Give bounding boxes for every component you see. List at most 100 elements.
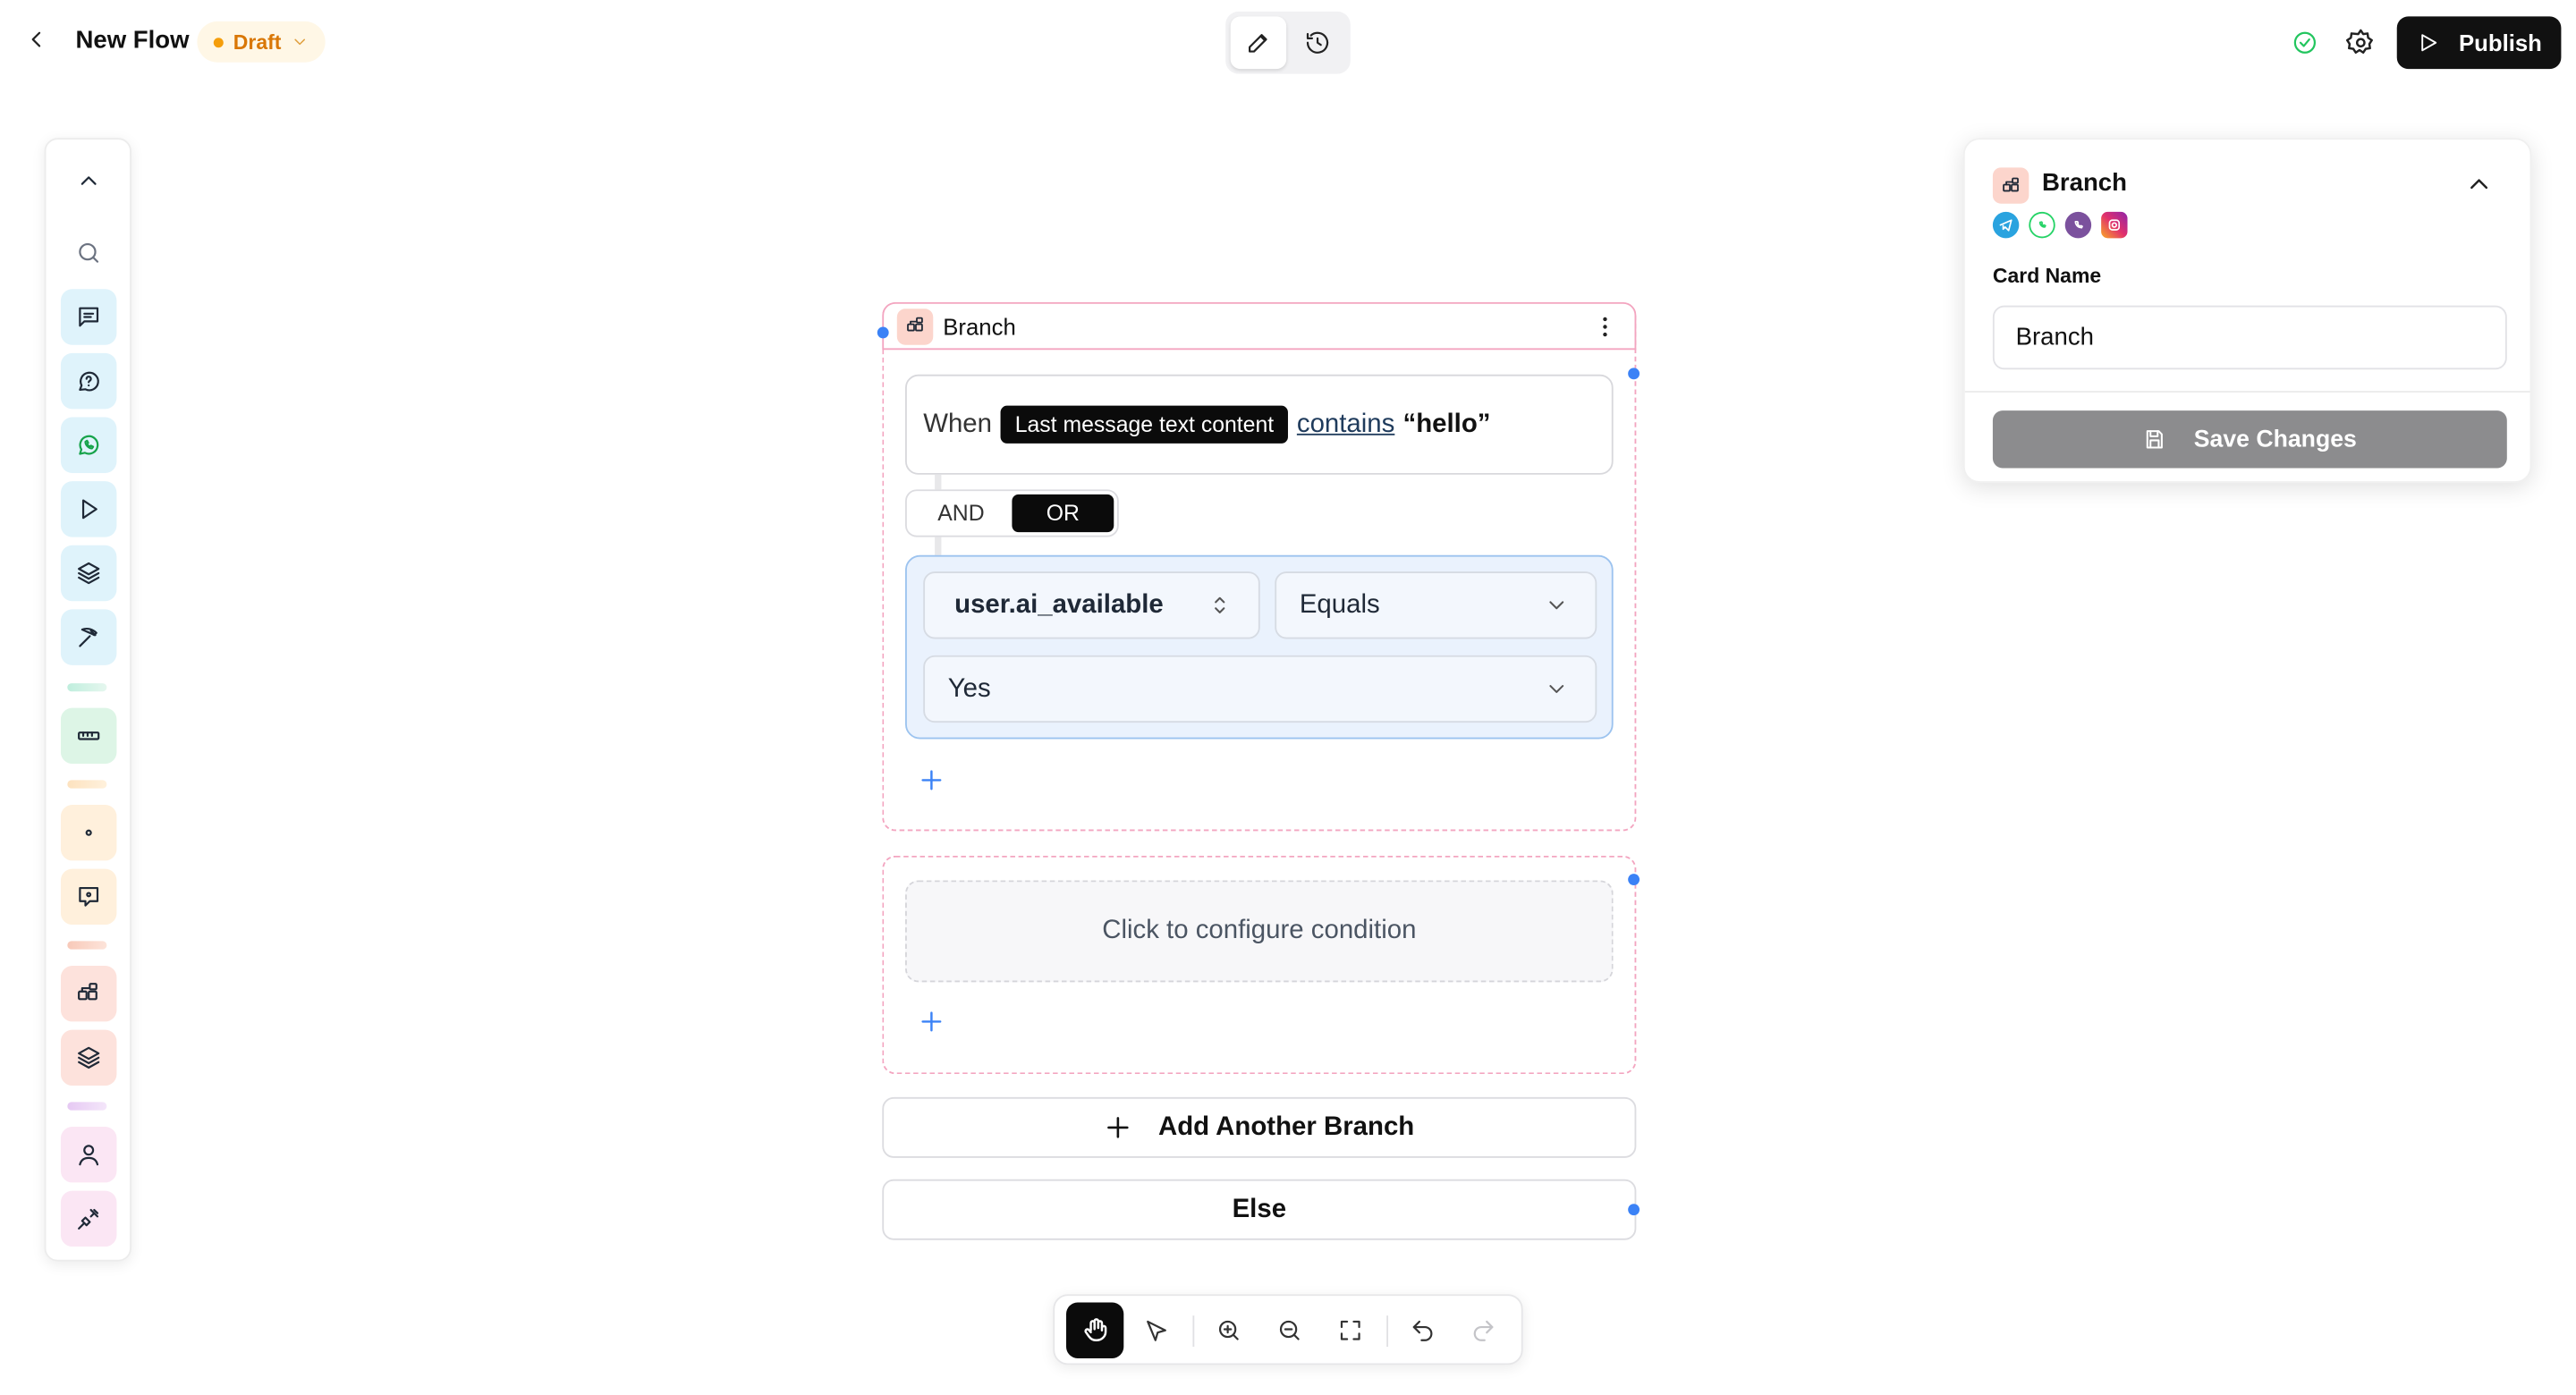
rule-value-select[interactable]: Yes — [923, 655, 1597, 723]
logic-toggle: AND OR — [905, 489, 1119, 537]
toolbar-divider — [67, 941, 107, 950]
back-button[interactable] — [23, 26, 56, 59]
branch-1-output-handle[interactable] — [1628, 368, 1640, 380]
panel-title: Branch — [2042, 169, 2127, 198]
plus-icon — [1107, 1117, 1129, 1138]
edit-mode-button[interactable] — [1230, 16, 1286, 70]
else-output-handle[interactable] — [1628, 1204, 1640, 1216]
instagram-icon — [2101, 211, 2128, 239]
input-handle[interactable] — [877, 326, 889, 339]
publish-button[interactable]: Publish — [2396, 16, 2562, 70]
branch-icon — [896, 308, 934, 344]
user-icon — [79, 1145, 99, 1166]
pickaxe-icon — [79, 627, 97, 647]
node-header[interactable]: Branch — [882, 301, 1637, 351]
zoom-out-button[interactable] — [1260, 1303, 1318, 1358]
toolbar-item-dot[interactable] — [60, 804, 117, 861]
collapse-panel-button[interactable] — [2464, 169, 2494, 199]
branch-icon — [78, 983, 97, 1001]
pan-tool-button[interactable] — [1066, 1302, 1124, 1358]
configure-condition-button[interactable]: Click to configure condition — [905, 880, 1614, 983]
chevron-down-icon — [1549, 601, 1564, 610]
toolbar-item-integration[interactable] — [60, 1190, 117, 1247]
history-button[interactable] — [1291, 16, 1346, 69]
toolbar-item-start[interactable] — [60, 481, 117, 537]
controls-divider — [1386, 1315, 1389, 1348]
play-icon — [2420, 34, 2436, 52]
toolbar-collapse-button[interactable] — [61, 153, 116, 208]
logic-and-option[interactable]: AND — [911, 495, 1013, 532]
save-changes-label: Save Changes — [2193, 426, 2357, 453]
toolbar-search-button[interactable] — [61, 225, 116, 281]
add-condition-button[interactable] — [919, 1009, 945, 1035]
plus-icon — [921, 1011, 942, 1032]
logic-or-option[interactable]: OR — [1012, 494, 1114, 533]
redo-button[interactable] — [1453, 1303, 1511, 1358]
gear-icon — [2345, 29, 2373, 55]
history-icon — [1307, 31, 1329, 54]
condition-prefix: When — [923, 410, 992, 438]
status-badge[interactable]: Draft — [197, 21, 326, 63]
whatsapp-icon — [79, 435, 99, 455]
search-icon — [79, 242, 99, 263]
toolbar-divider — [67, 683, 107, 692]
status-dot — [213, 37, 224, 47]
rule-group: user.ai_available Equals Yes — [905, 554, 1614, 740]
save-changes-button[interactable]: Save Changes — [1992, 410, 2507, 469]
add-branch-button[interactable]: Add Another Branch — [882, 1096, 1637, 1158]
connector-line — [935, 474, 942, 490]
add-condition-button[interactable] — [919, 767, 945, 793]
select-tool-button[interactable] — [1127, 1303, 1184, 1358]
toolbar-item-stack[interactable] — [60, 1029, 117, 1086]
branch-2-output-handle[interactable] — [1628, 874, 1640, 885]
question-message-icon — [79, 371, 99, 392]
dot-icon — [85, 829, 92, 836]
condition-summary[interactable]: When Last message text content contains … — [905, 374, 1614, 475]
card-name-label: Card Name — [1992, 264, 2102, 288]
toolbar-item-question[interactable] — [60, 352, 117, 410]
settings-button[interactable] — [2345, 28, 2376, 57]
rule-operator-select[interactable]: Equals — [1275, 571, 1597, 639]
toolbar-item-measure[interactable] — [60, 707, 117, 765]
rule-operator-value: Equals — [1299, 590, 1380, 619]
rule-value-value: Yes — [947, 673, 991, 703]
chevron-up-icon — [80, 176, 97, 185]
undo-icon — [1411, 1320, 1432, 1341]
fit-view-button[interactable] — [1321, 1303, 1378, 1358]
condition-operator-link[interactable]: contains — [1297, 410, 1394, 439]
message-icon — [79, 307, 99, 327]
toolbar-item-branch[interactable] — [60, 965, 117, 1022]
more-options-button[interactable] — [1592, 314, 1618, 340]
cursor-icon — [1146, 1320, 1166, 1341]
chat-bubble-icon — [79, 886, 99, 907]
chevron-up-icon — [2470, 179, 2488, 190]
toolbar-item-whatsapp[interactable] — [60, 417, 117, 473]
zoom-in-button[interactable] — [1199, 1303, 1257, 1358]
card-name-input[interactable] — [1992, 305, 2507, 370]
undo-button[interactable] — [1394, 1303, 1451, 1358]
toolbar-item-message[interactable] — [60, 289, 117, 345]
redo-icon — [1472, 1320, 1493, 1341]
toolbar-item-tools[interactable] — [60, 609, 117, 665]
ruler-icon — [78, 731, 100, 740]
toolbar-item-user[interactable] — [60, 1126, 117, 1183]
layers-icon — [78, 562, 100, 585]
save-icon — [2147, 430, 2164, 449]
saved-status — [2292, 30, 2318, 55]
fullscreen-icon — [1339, 1320, 1360, 1340]
node-toolbar — [44, 138, 131, 1262]
flow-title: New Flow — [75, 26, 190, 55]
toolbar-item-comment[interactable] — [60, 868, 117, 926]
status-label: Draft — [233, 30, 282, 54]
zoom-out-icon — [1278, 1320, 1299, 1340]
add-branch-label: Add Another Branch — [1157, 1112, 1415, 1141]
toolbar-item-layers[interactable] — [60, 545, 117, 602]
more-vertical-icon — [1603, 317, 1607, 337]
canvas-controls — [1053, 1294, 1523, 1365]
connector-line — [935, 537, 942, 555]
mode-switch — [1225, 11, 1351, 74]
condition-variable-chip[interactable]: Last message text content — [1000, 405, 1289, 444]
rule-variable-select[interactable]: user.ai_available — [923, 571, 1260, 639]
zoom-in-icon — [1218, 1320, 1238, 1340]
else-branch[interactable]: Else — [882, 1179, 1637, 1240]
